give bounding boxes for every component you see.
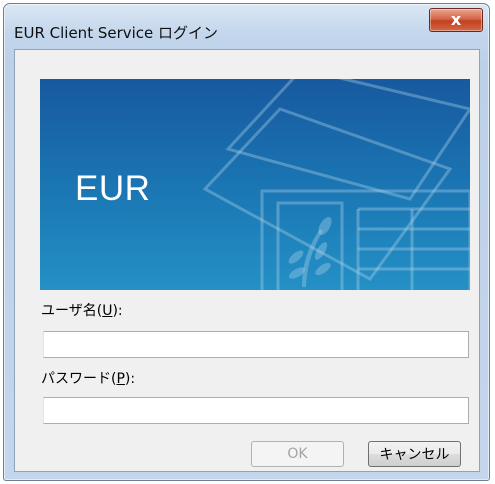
title-bar[interactable]: EUR Client Service ログイン x bbox=[4, 4, 489, 48]
username-label-prefix: ユーザ名( bbox=[41, 303, 103, 319]
username-field-frame bbox=[43, 331, 469, 358]
dialog-body: EUR ユーザ名(U): パスワード(P): OK キャンセル bbox=[14, 49, 480, 472]
cancel-button[interactable]: キャンセル bbox=[368, 441, 461, 467]
close-icon: x bbox=[450, 10, 462, 29]
ok-button[interactable]: OK bbox=[251, 441, 344, 467]
login-dialog: EUR Client Service ログイン x EUR ユーザ名(U): パ… bbox=[3, 3, 490, 481]
header-banner: EUR bbox=[40, 79, 470, 290]
cancel-button-label: キャンセル bbox=[379, 447, 450, 463]
password-label: パスワード(P): bbox=[41, 368, 135, 388]
close-button[interactable]: x bbox=[429, 8, 483, 32]
password-label-suffix: ): bbox=[124, 371, 136, 387]
username-label: ユーザ名(U): bbox=[41, 300, 123, 320]
ok-button-label: OK bbox=[287, 446, 308, 462]
username-input[interactable] bbox=[44, 332, 468, 357]
username-label-suffix: ): bbox=[112, 303, 123, 319]
password-field-frame bbox=[43, 397, 469, 424]
username-mnemonic: U bbox=[102, 303, 113, 319]
password-mnemonic: P bbox=[116, 371, 125, 387]
banner-logo-text: EUR bbox=[75, 169, 151, 208]
password-label-prefix: パスワード( bbox=[41, 371, 117, 387]
window-title: EUR Client Service ログイン bbox=[14, 24, 219, 42]
password-input[interactable] bbox=[44, 398, 468, 423]
